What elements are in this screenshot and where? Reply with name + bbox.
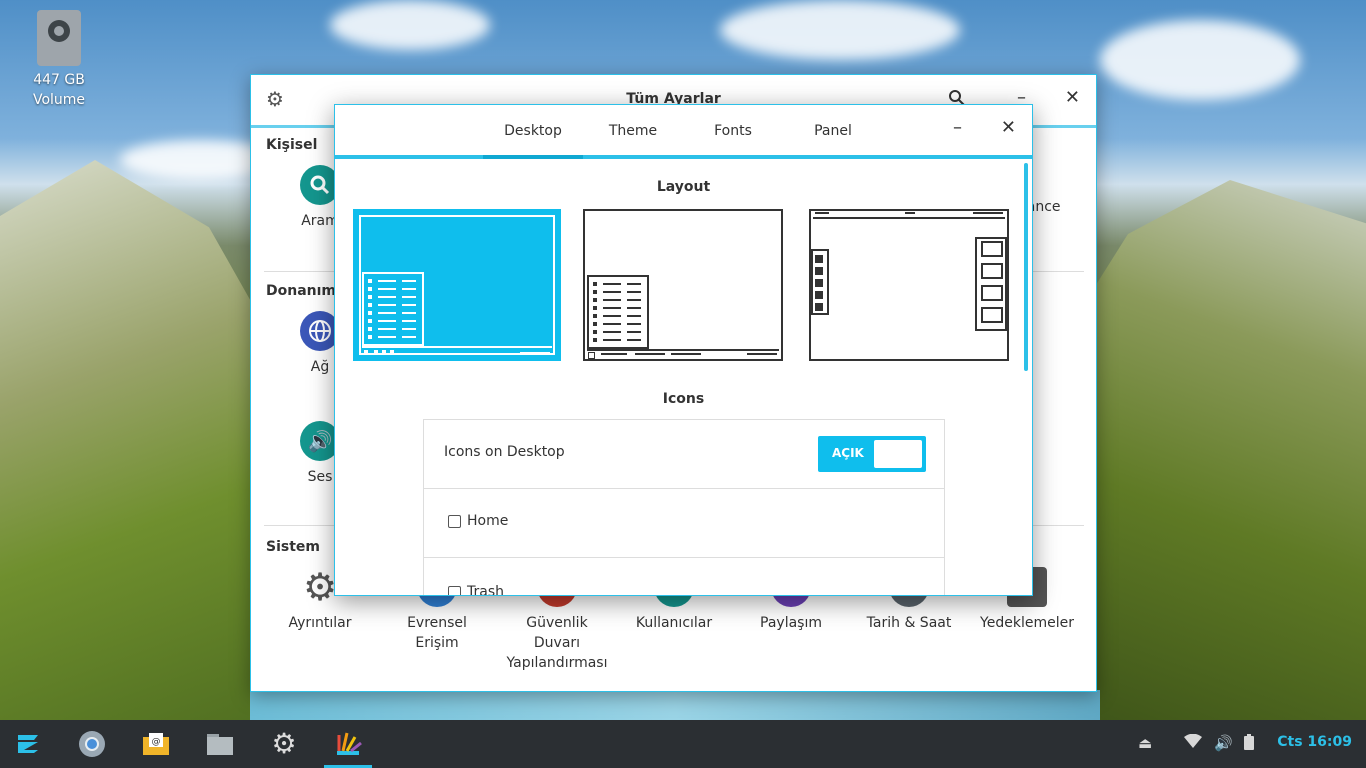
volume-label-name: Volume: [32, 92, 86, 108]
settings-icon[interactable]: ⚙: [266, 726, 302, 762]
home-label: Home: [467, 513, 509, 529]
icons-settings-card: Icons on Desktop AÇIK Home Trash: [423, 419, 945, 596]
wallpaper-lake: [250, 690, 1100, 720]
appearance-window: Desktop Theme Fonts Panel – ✕ Layout Ico…: [334, 104, 1033, 596]
section-system: Sistem: [266, 539, 320, 555]
home-option[interactable]: Home: [448, 513, 508, 529]
panel-preview: [813, 217, 1005, 219]
category-label: Ayrıntılar: [288, 615, 352, 631]
svg-text:@: @: [152, 737, 161, 747]
menu-preview: [362, 272, 424, 346]
layout-option-classic[interactable]: [583, 209, 783, 361]
layout-heading: Layout: [656, 179, 711, 195]
close-icon[interactable]: ✕: [1065, 87, 1080, 108]
home-row: Home: [424, 489, 944, 558]
layout-option-bottom-panel[interactable]: [353, 209, 561, 361]
wallpaper-cloud: [720, 0, 960, 60]
category-label: Kullanıcılar: [635, 615, 713, 631]
category-label: Tarih & Saat: [866, 615, 952, 631]
files-icon[interactable]: [202, 726, 238, 762]
home-checkbox[interactable]: [448, 514, 461, 528]
trash-label: Trash: [467, 584, 504, 596]
appearance-tabbar: Desktop Theme Fonts Panel – ✕: [335, 105, 1032, 159]
close-icon[interactable]: ✕: [1001, 117, 1016, 138]
appearance-app-icon[interactable]: [324, 726, 372, 768]
category-label: Yapılandırması: [506, 655, 608, 671]
trash-option[interactable]: Trash: [448, 584, 504, 596]
category-label: Duvarı: [533, 635, 581, 651]
volume-label-size: 447 GB: [33, 72, 85, 88]
section-hardware: Donanım: [266, 283, 337, 299]
icons-on-desktop-toggle[interactable]: AÇIK: [818, 436, 926, 472]
zorin-menu-icon[interactable]: [10, 726, 46, 762]
wallpaper-cloud: [330, 0, 490, 50]
volume-icon[interactable]: 🔊: [1214, 734, 1233, 752]
desktop-volume-icon[interactable]: 447 GB Volume: [22, 10, 96, 110]
trash-checkbox[interactable]: [448, 585, 461, 595]
icons-heading: Icons: [662, 391, 705, 407]
toggle-knob: [874, 440, 922, 468]
layout-option-dock[interactable]: [809, 209, 1009, 361]
category-label: Güvenlik: [526, 615, 588, 631]
tab-fonts[interactable]: Fonts: [683, 105, 783, 155]
category-label: Evrensel: [407, 615, 467, 631]
tab-panel[interactable]: Panel: [783, 105, 883, 155]
eject-icon[interactable]: ⏏: [1138, 734, 1152, 752]
wallpaper-cloud: [1100, 20, 1300, 100]
icons-on-desktop-label: Icons on Desktop: [444, 444, 565, 460]
minimize-icon[interactable]: –: [953, 117, 962, 138]
toggle-label: AÇIK: [832, 446, 864, 460]
battery-icon[interactable]: [1244, 734, 1254, 754]
category-label: Yedeklemeler: [980, 615, 1074, 631]
category-label: Paylaşım: [760, 615, 822, 631]
tab-theme[interactable]: Theme: [583, 105, 683, 155]
trash-row: Trash: [424, 558, 944, 596]
category-label: Erişim: [415, 635, 459, 651]
clock[interactable]: Cts 16:09: [1277, 734, 1352, 750]
panel-preview: [587, 349, 779, 351]
wifi-icon[interactable]: [1184, 733, 1202, 752]
drive-icon: [37, 10, 81, 66]
tab-desktop[interactable]: Desktop: [483, 105, 583, 159]
panel-preview: [362, 346, 552, 348]
section-personal: Kişisel: [266, 137, 318, 153]
icons-on-desktop-row: Icons on Desktop AÇIK: [424, 420, 944, 489]
taskbar: @ ⚙ ⏏ 🔊 Cts 16:09: [0, 720, 1366, 768]
menu-preview: [587, 275, 649, 349]
mail-icon[interactable]: @: [138, 726, 174, 762]
chrome-icon[interactable]: [74, 726, 110, 762]
